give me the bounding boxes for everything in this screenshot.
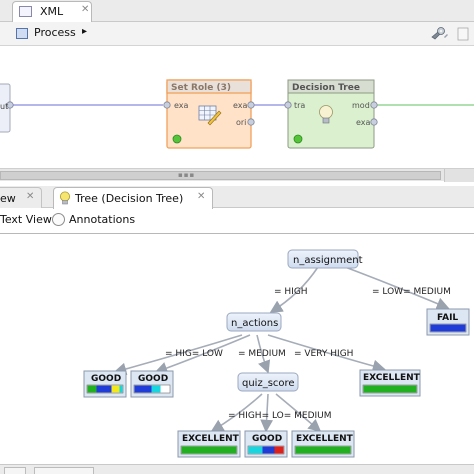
edge-label: = VERY HIGH: [294, 349, 353, 359]
bottom-tab[interactable]: [4, 467, 26, 474]
tree-leaf-label: EXCELLENT: [182, 434, 240, 444]
decision-tree-port-exa: exa: [356, 118, 371, 127]
tree-leaf-label: GOOD: [252, 434, 282, 444]
class-distribution-bar: [363, 385, 417, 393]
decision-tree-title: Decision Tree: [292, 83, 360, 93]
class-distribution-bar: [119, 385, 123, 393]
class-distribution-bar: [134, 385, 152, 393]
chevron-right-icon[interactable]: ▸: [82, 26, 87, 37]
class-distribution-bar: [430, 324, 466, 332]
text-view-option[interactable]: Text View: [0, 213, 52, 226]
process-icon: [16, 28, 28, 39]
lightbulb-icon: [60, 191, 70, 205]
decision-tree-port-tra: tra: [294, 101, 305, 110]
tab-overview-label: ew: [0, 192, 16, 205]
class-distribution-bar: [111, 385, 120, 393]
class-distribution-bar: [274, 446, 284, 454]
status-ok-icon: [293, 134, 303, 144]
process-canvas[interactable]: ut Set Role (3) exa exa ori Decision Tre…: [0, 47, 474, 168]
bottom-tab-strip: [0, 464, 474, 474]
class-distribution-bar: [181, 446, 237, 454]
class-distribution-bar: [248, 446, 263, 454]
edge-label: = LOW= MEDIUM: [372, 287, 451, 297]
tab-xml[interactable]: XML ✕: [12, 1, 92, 22]
decision-tree-port-mod: mod: [352, 101, 370, 110]
port-label-out: ut: [0, 102, 8, 111]
bottom-tab[interactable]: [34, 467, 94, 474]
edge-label: = HIG= LOW: [165, 349, 223, 359]
view-mode-options: Text View Annotations: [0, 211, 474, 231]
close-icon[interactable]: ✕: [197, 191, 205, 202]
tab-tree-decision-tree[interactable]: Tree (Decision Tree) ✕: [53, 187, 213, 209]
scrollbar-arrows[interactable]: [444, 169, 474, 182]
tree-leaf-label: FAIL: [437, 313, 458, 323]
scrollbar-grip-icon: ▪▪▪: [178, 171, 196, 179]
edge-label: = HIGH: [274, 287, 308, 297]
class-distribution-bar: [96, 385, 112, 393]
edge-label: = MEDIUM: [238, 349, 286, 359]
close-icon[interactable]: ✕: [26, 191, 34, 202]
set-role-port-exa: exa: [174, 101, 189, 110]
tab-xml-label: XML: [40, 5, 64, 18]
toolbar-actions: [431, 26, 471, 42]
class-distribution-bar: [295, 446, 351, 454]
tree-leaf-label: EXCELLENT: [296, 434, 354, 444]
set-role-port-out-exa: exa: [233, 101, 248, 110]
class-distribution-bar: [87, 385, 97, 393]
class-distribution-bar: [151, 385, 161, 393]
tree-node-label: n_assignment: [293, 255, 363, 266]
close-icon[interactable]: ✕: [81, 4, 89, 15]
set-role-title: Set Role (3): [171, 83, 231, 93]
tree-leaf-label: GOOD: [138, 374, 168, 384]
tab-tree-label: Tree (Decision Tree): [75, 192, 184, 205]
tree-leaf-label: GOOD: [91, 374, 121, 384]
tree-node-label: n_actions: [231, 318, 278, 329]
wrench-icon[interactable]: [431, 26, 471, 42]
xml-icon: [19, 6, 32, 17]
process-label: Process: [34, 26, 76, 39]
tree-visualization[interactable]: = HIGH = LOW= MEDIUM = HIG= LOW = MEDIUM…: [0, 234, 474, 464]
set-role-port-ori: ori: [236, 118, 246, 127]
tree-node-label: quiz_score: [242, 378, 295, 389]
edge-label: = HIGH= LO= MEDIUM: [228, 411, 332, 421]
annotations-option[interactable]: Annotations: [69, 213, 135, 226]
tree-leaf-label: EXCELLENT: [363, 373, 421, 383]
canvas-scrollbar[interactable]: ▪▪▪: [0, 168, 474, 182]
annotations-radio[interactable]: [52, 213, 65, 226]
tab-overview[interactable]: ew ✕: [0, 187, 42, 208]
status-ok-icon: [172, 134, 182, 144]
scrollbar-thumb[interactable]: [0, 171, 441, 180]
class-distribution-bar: [262, 446, 275, 454]
